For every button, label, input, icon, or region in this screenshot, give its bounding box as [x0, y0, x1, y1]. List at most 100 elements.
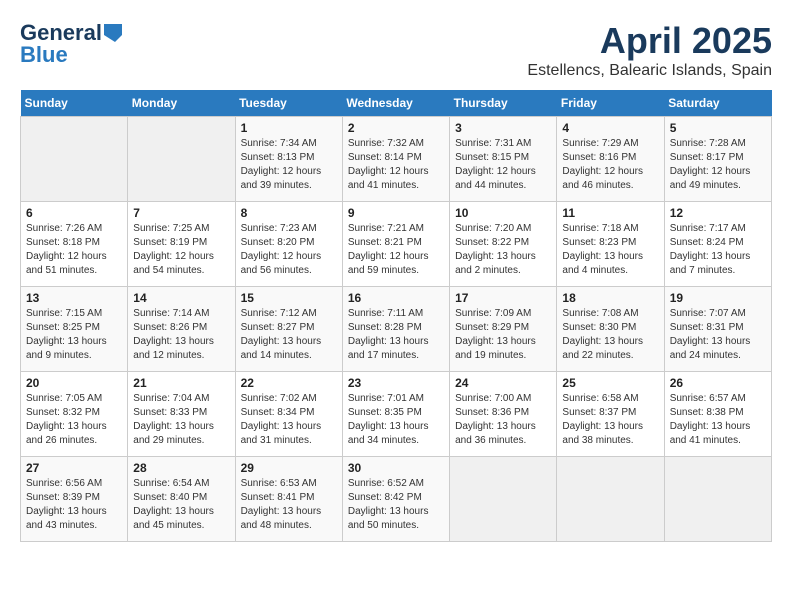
- day-number: 20: [26, 376, 122, 390]
- day-number: 12: [670, 206, 766, 220]
- calendar-day-cell: [21, 117, 128, 202]
- day-detail: Sunrise: 7:01 AMSunset: 8:35 PMDaylight:…: [348, 392, 444, 448]
- calendar-day-cell: 14 Sunrise: 7:14 AMSunset: 8:26 PMDayligh…: [128, 287, 235, 372]
- calendar-day-cell: [128, 117, 235, 202]
- day-detail: Sunrise: 6:52 AMSunset: 8:42 PMDaylight:…: [348, 477, 444, 533]
- day-detail: Sunrise: 7:05 AMSunset: 8:32 PMDaylight:…: [26, 392, 122, 448]
- day-number: 13: [26, 291, 122, 305]
- calendar-day-cell: 7Sunrise: 7:25 AMSunset: 8:19 PMDaylight…: [128, 202, 235, 287]
- calendar-day-cell: 5Sunrise: 7:28 AMSunset: 8:17 PMDaylight…: [664, 117, 771, 202]
- calendar-day-cell: [450, 457, 557, 542]
- calendar-header-row: SundayMondayTuesdayWednesdayThursdayFrid…: [21, 90, 772, 117]
- day-number: 30: [348, 461, 444, 475]
- calendar-day-cell: 22 Sunrise: 7:02 AMSunset: 8:34 PMDayligh…: [235, 372, 342, 457]
- day-detail: Sunrise: 6:57 AMSunset: 8:38 PMDaylight:…: [670, 392, 766, 448]
- day-detail: Sunrise: 7:26 AMSunset: 8:18 PMDaylight:…: [26, 222, 122, 278]
- calendar-day-cell: 4 Sunrise: 7:29 AMSunset: 8:16 PMDaylight…: [557, 117, 664, 202]
- day-detail: Sunrise: 6:56 AMSunset: 8:39 PMDaylight:…: [26, 477, 122, 533]
- day-number: 14: [133, 291, 229, 305]
- day-number: 24: [455, 376, 551, 390]
- day-detail: Sunrise: 7:11 AMSunset: 8:28 PMDaylight:…: [348, 307, 444, 363]
- calendar-day-cell: 30 Sunrise: 6:52 AMSunset: 8:42 PMDayligh…: [342, 457, 449, 542]
- day-number: 16: [348, 291, 444, 305]
- day-number: 22: [241, 376, 337, 390]
- month-title: April 2025: [527, 20, 772, 62]
- day-detail: Sunrise: 7:29 AMSunset: 8:16 PMDaylight:…: [562, 137, 658, 193]
- calendar-day-cell: 11 Sunrise: 7:18 AMSunset: 8:23 PMDayligh…: [557, 202, 664, 287]
- day-number: 28: [133, 461, 229, 475]
- calendar-day-cell: 29Sunrise: 6:53 AMSunset: 8:41 PMDayligh…: [235, 457, 342, 542]
- day-detail: Sunrise: 7:15 AMSunset: 8:25 PMDaylight:…: [26, 307, 122, 363]
- logo-icon: [104, 24, 122, 42]
- calendar-header-cell: Tuesday: [235, 90, 342, 117]
- title-area: April 2025 Estellencs, Balearic Islands,…: [527, 20, 772, 80]
- calendar-day-cell: 24Sunrise: 7:00 AMSunset: 8:36 PMDayligh…: [450, 372, 557, 457]
- calendar-day-cell: 9Sunrise: 7:21 AMSunset: 8:21 PMDaylight…: [342, 202, 449, 287]
- calendar-day-cell: [557, 457, 664, 542]
- header: General Blue April 2025 Estellencs, Bale…: [20, 20, 772, 80]
- calendar-body: 1 Sunrise: 7:34 AMSunset: 8:13 PMDaylight…: [21, 117, 772, 542]
- calendar-day-cell: 27 Sunrise: 6:56 AMSunset: 8:39 PMDayligh…: [21, 457, 128, 542]
- day-number: 8: [241, 206, 337, 220]
- calendar-day-cell: 3 Sunrise: 7:31 AMSunset: 8:15 PMDaylight…: [450, 117, 557, 202]
- day-detail: Sunrise: 7:02 AMSunset: 8:34 PMDaylight:…: [241, 392, 337, 448]
- day-detail: Sunrise: 7:12 AMSunset: 8:27 PMDaylight:…: [241, 307, 337, 363]
- day-number: 17: [455, 291, 551, 305]
- day-number: 26: [670, 376, 766, 390]
- logo-blue: Blue: [20, 42, 68, 68]
- calendar-header-cell: Monday: [128, 90, 235, 117]
- day-detail: Sunrise: 7:34 AMSunset: 8:13 PMDaylight:…: [241, 137, 337, 193]
- day-detail: Sunrise: 7:07 AMSunset: 8:31 PMDaylight:…: [670, 307, 766, 363]
- calendar-day-cell: 19 Sunrise: 7:07 AMSunset: 8:31 PMDayligh…: [664, 287, 771, 372]
- day-number: 1: [241, 121, 337, 135]
- calendar-day-cell: 1 Sunrise: 7:34 AMSunset: 8:13 PMDaylight…: [235, 117, 342, 202]
- calendar-week-row: 1 Sunrise: 7:34 AMSunset: 8:13 PMDaylight…: [21, 117, 772, 202]
- day-detail: Sunrise: 7:21 AMSunset: 8:21 PMDaylight:…: [348, 222, 444, 278]
- day-detail: Sunrise: 6:54 AMSunset: 8:40 PMDaylight:…: [133, 477, 229, 533]
- day-number: 2: [348, 121, 444, 135]
- day-detail: Sunrise: 7:17 AMSunset: 8:24 PMDaylight:…: [670, 222, 766, 278]
- calendar-week-row: 27 Sunrise: 6:56 AMSunset: 8:39 PMDayligh…: [21, 457, 772, 542]
- day-detail: Sunrise: 7:23 AMSunset: 8:20 PMDaylight:…: [241, 222, 337, 278]
- calendar-day-cell: 25 Sunrise: 6:58 AMSunset: 8:37 PMDayligh…: [557, 372, 664, 457]
- logo: General Blue: [20, 20, 122, 68]
- day-number: 5: [670, 121, 766, 135]
- day-number: 27: [26, 461, 122, 475]
- day-number: 3: [455, 121, 551, 135]
- calendar-day-cell: 13 Sunrise: 7:15 AMSunset: 8:25 PMDayligh…: [21, 287, 128, 372]
- calendar-day-cell: 6Sunrise: 7:26 AMSunset: 8:18 PMDaylight…: [21, 202, 128, 287]
- calendar-day-cell: 26 Sunrise: 6:57 AMSunset: 8:38 PMDayligh…: [664, 372, 771, 457]
- day-detail: Sunrise: 7:25 AMSunset: 8:19 PMDaylight:…: [133, 222, 229, 278]
- day-number: 21: [133, 376, 229, 390]
- calendar-day-cell: 15 Sunrise: 7:12 AMSunset: 8:27 PMDayligh…: [235, 287, 342, 372]
- calendar-day-cell: 20 Sunrise: 7:05 AMSunset: 8:32 PMDayligh…: [21, 372, 128, 457]
- calendar-week-row: 20 Sunrise: 7:05 AMSunset: 8:32 PMDayligh…: [21, 372, 772, 457]
- day-detail: Sunrise: 7:31 AMSunset: 8:15 PMDaylight:…: [455, 137, 551, 193]
- day-number: 15: [241, 291, 337, 305]
- calendar-week-row: 6Sunrise: 7:26 AMSunset: 8:18 PMDaylight…: [21, 202, 772, 287]
- calendar-day-cell: 21 Sunrise: 7:04 AMSunset: 8:33 PMDayligh…: [128, 372, 235, 457]
- day-detail: Sunrise: 7:04 AMSunset: 8:33 PMDaylight:…: [133, 392, 229, 448]
- calendar-day-cell: 18Sunrise: 7:08 AMSunset: 8:30 PMDayligh…: [557, 287, 664, 372]
- day-detail: Sunrise: 7:20 AMSunset: 8:22 PMDaylight:…: [455, 222, 551, 278]
- calendar-week-row: 13 Sunrise: 7:15 AMSunset: 8:25 PMDayligh…: [21, 287, 772, 372]
- day-number: 18: [562, 291, 658, 305]
- calendar-header-cell: Saturday: [664, 90, 771, 117]
- day-detail: Sunrise: 6:53 AMSunset: 8:41 PMDaylight:…: [241, 477, 337, 533]
- day-detail: Sunrise: 6:58 AMSunset: 8:37 PMDaylight:…: [562, 392, 658, 448]
- day-detail: Sunrise: 7:32 AMSunset: 8:14 PMDaylight:…: [348, 137, 444, 193]
- calendar-header-cell: Friday: [557, 90, 664, 117]
- day-number: 23: [348, 376, 444, 390]
- day-number: 4: [562, 121, 658, 135]
- calendar-day-cell: 12 Sunrise: 7:17 AMSunset: 8:24 PMDayligh…: [664, 202, 771, 287]
- day-detail: Sunrise: 7:14 AMSunset: 8:26 PMDaylight:…: [133, 307, 229, 363]
- day-detail: Sunrise: 7:18 AMSunset: 8:23 PMDaylight:…: [562, 222, 658, 278]
- day-detail: Sunrise: 7:09 AMSunset: 8:29 PMDaylight:…: [455, 307, 551, 363]
- calendar-header-cell: Thursday: [450, 90, 557, 117]
- day-number: 19: [670, 291, 766, 305]
- day-number: 25: [562, 376, 658, 390]
- location-title: Estellencs, Balearic Islands, Spain: [527, 62, 772, 80]
- calendar-day-cell: 10Sunrise: 7:20 AMSunset: 8:22 PMDayligh…: [450, 202, 557, 287]
- calendar-header-cell: Wednesday: [342, 90, 449, 117]
- day-number: 11: [562, 206, 658, 220]
